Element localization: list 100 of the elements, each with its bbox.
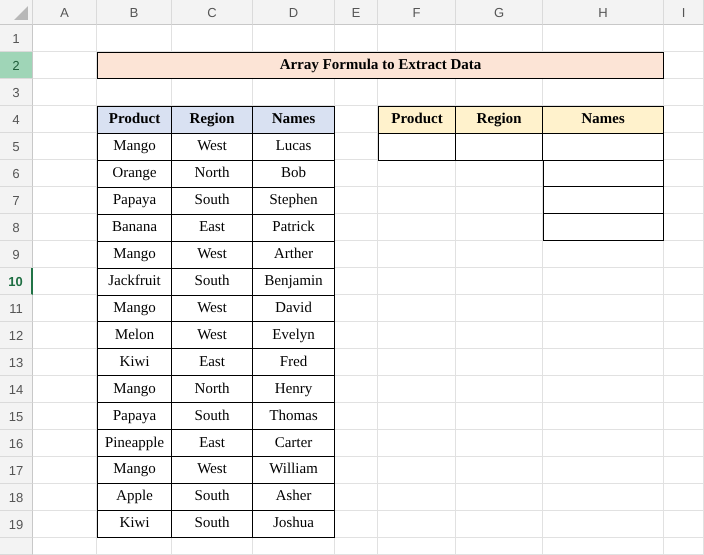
- sheet-cell[interactable]: [378, 511, 456, 538]
- sheet-cell[interactable]: [543, 322, 664, 349]
- table-cell: Evelyn: [253, 322, 335, 350]
- row-header[interactable]: 9: [0, 241, 33, 268]
- sheet-cell[interactable]: [456, 403, 543, 430]
- row-header[interactable]: 7: [0, 187, 33, 214]
- table-cell: Mango: [97, 376, 172, 404]
- sheet-cell[interactable]: [33, 538, 97, 555]
- sheet-cell[interactable]: [664, 511, 704, 538]
- sheet-cell[interactable]: [456, 457, 543, 484]
- table-cell: Kiwi: [97, 349, 172, 376]
- sheet-cell[interactable]: [33, 79, 97, 106]
- row-header[interactable]: 12: [0, 322, 33, 349]
- sheet-cell[interactable]: [378, 349, 456, 376]
- sheet-cell[interactable]: [378, 403, 456, 430]
- sheet-cell[interactable]: [664, 430, 704, 457]
- row-header[interactable]: 19: [0, 511, 33, 538]
- table-cell: Lucas: [253, 134, 335, 161]
- table-cell: West: [172, 242, 253, 269]
- table-cell: West: [172, 296, 253, 322]
- row-header[interactable]: 4: [0, 106, 33, 133]
- sheet-cell[interactable]: [664, 484, 704, 511]
- sheet-cell[interactable]: [664, 376, 704, 403]
- sheet-cell[interactable]: [456, 430, 543, 457]
- column-header[interactable]: A: [33, 0, 97, 25]
- sheet-cell[interactable]: [378, 457, 456, 484]
- row-header[interactable]: 6: [0, 160, 33, 187]
- sheet-cell[interactable]: [664, 79, 704, 106]
- table-cell: Joshua: [253, 510, 335, 538]
- sheet-cell[interactable]: [543, 268, 664, 295]
- row-header[interactable]: 13: [0, 349, 33, 376]
- sheet-cell[interactable]: [664, 268, 704, 295]
- sheet-cell[interactable]: [664, 295, 704, 322]
- column-header[interactable]: F: [378, 0, 456, 25]
- row-header[interactable]: 16: [0, 430, 33, 457]
- row-header[interactable]: 5: [0, 133, 33, 160]
- sheet-cell[interactable]: [664, 241, 704, 268]
- sheet-cell[interactable]: [378, 322, 456, 349]
- row-header[interactable]: 14: [0, 376, 33, 403]
- column-header[interactable]: E: [335, 0, 378, 25]
- table-cell: South: [172, 268, 253, 296]
- select-all-icon[interactable]: [14, 6, 28, 20]
- sheet-cell[interactable]: [664, 349, 704, 376]
- sheet-cell[interactable]: [664, 322, 704, 349]
- table-cell: Jackfruit: [97, 268, 172, 296]
- sheet-cell[interactable]: [664, 538, 704, 555]
- sheet-cell[interactable]: [456, 268, 543, 295]
- table-cell: Banana: [97, 214, 172, 242]
- row-header[interactable]: 10: [0, 268, 33, 295]
- sheet-cell[interactable]: [543, 511, 664, 538]
- table-cell: Mango: [97, 242, 172, 269]
- sheet-cell[interactable]: [543, 349, 664, 376]
- sheet-cell[interactable]: [543, 457, 664, 484]
- sheet-cell[interactable]: [543, 295, 664, 322]
- row-header[interactable]: 3: [0, 79, 33, 106]
- sheet-cell[interactable]: [664, 403, 704, 430]
- row-header[interactable]: 2: [0, 52, 33, 79]
- sheet-title: Array Formula to Extract Data: [97, 52, 664, 79]
- sheet-cell[interactable]: [456, 322, 543, 349]
- row-header[interactable]: 11: [0, 295, 33, 322]
- row-header[interactable]: 17: [0, 457, 33, 484]
- table-cell: Patrick: [253, 214, 335, 242]
- column-header[interactable]: D: [253, 0, 335, 25]
- row-header[interactable]: [0, 538, 33, 555]
- sheet-cell[interactable]: [378, 430, 456, 457]
- column-header[interactable]: C: [172, 0, 253, 25]
- sheet-cell[interactable]: [543, 430, 664, 457]
- sheet-cell[interactable]: [378, 538, 456, 555]
- row-header[interactable]: 8: [0, 214, 33, 241]
- sheet-cell[interactable]: [456, 241, 543, 268]
- sheet-cell[interactable]: [664, 457, 704, 484]
- sheet-cell[interactable]: [378, 241, 456, 268]
- sheet-cell[interactable]: [543, 376, 664, 403]
- table-cell: Fred: [253, 349, 335, 376]
- sheet-cell[interactable]: [378, 484, 456, 511]
- column-header[interactable]: B: [97, 0, 172, 25]
- table-cell: South: [172, 188, 253, 215]
- sheet-cell[interactable]: [33, 25, 97, 52]
- sheet-cell[interactable]: [456, 511, 543, 538]
- row-header[interactable]: 15: [0, 403, 33, 430]
- column-header[interactable]: G: [456, 0, 543, 25]
- sheet-cell[interactable]: [456, 349, 543, 376]
- column-header[interactable]: I: [664, 0, 704, 25]
- sheet-cell[interactable]: [378, 376, 456, 403]
- sheet-cell[interactable]: [543, 484, 664, 511]
- column-header[interactable]: H: [543, 0, 664, 25]
- row-header[interactable]: 1: [0, 25, 33, 52]
- sheet-cell[interactable]: [664, 25, 704, 52]
- sheet-cell[interactable]: [456, 484, 543, 511]
- sheet-cell[interactable]: [456, 376, 543, 403]
- sheet-cell[interactable]: [378, 295, 456, 322]
- sheet-cell[interactable]: [456, 538, 543, 555]
- sheet-cell[interactable]: [378, 268, 456, 295]
- table-cell: Thomas: [253, 403, 335, 430]
- row-header[interactable]: 18: [0, 484, 33, 511]
- sheet-cell[interactable]: [456, 295, 543, 322]
- table-cell: Bob: [253, 160, 335, 188]
- sheet-cell[interactable]: [543, 538, 664, 555]
- sheet-cell[interactable]: [543, 403, 664, 430]
- sheet-cell[interactable]: [335, 538, 378, 555]
